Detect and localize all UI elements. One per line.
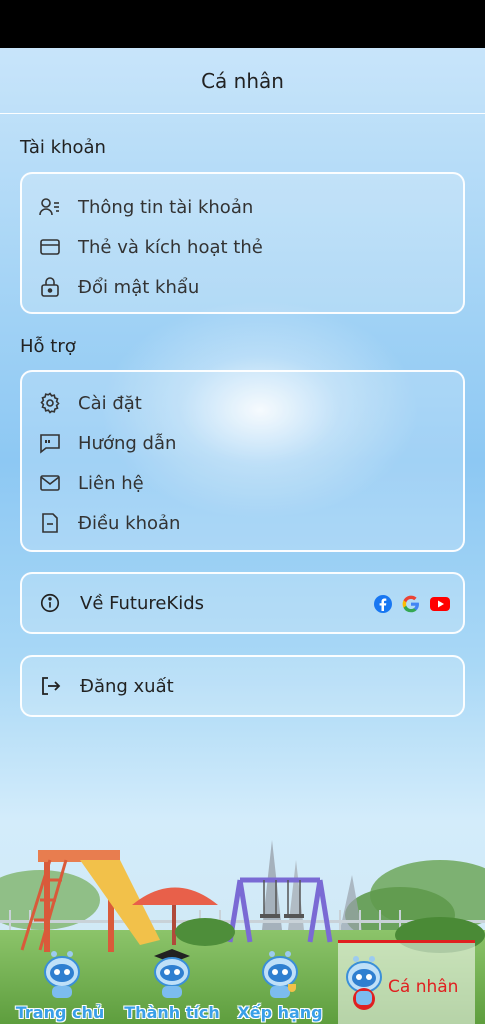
nav-home[interactable]: Trang chủ [4, 940, 116, 1024]
logout-card[interactable]: Đăng xuất [20, 655, 465, 717]
social-links [373, 594, 451, 618]
nav-achievements-label: Thành tích [124, 1003, 220, 1022]
nav-achievements[interactable]: Thành tích [118, 940, 226, 1024]
user-info-icon [38, 195, 62, 219]
account-card: Thông tin tài khoản Thẻ và kích hoạt thẻ… [20, 172, 465, 314]
settings-label: Cài đặt [78, 392, 142, 414]
robot-profile-icon [346, 956, 382, 1010]
card-icon [38, 235, 62, 259]
lock-icon [38, 275, 62, 299]
page-title: Cá nhân [201, 68, 284, 93]
settings-item[interactable]: Cài đặt [38, 387, 447, 419]
contact-label: Liên hệ [78, 472, 144, 494]
card-activation-label: Thẻ và kích hoạt thẻ [78, 236, 263, 258]
logout-item[interactable]: Đăng xuất [38, 670, 447, 702]
about-card[interactable]: Về FutureKids [20, 572, 465, 634]
guide-label: Hướng dẫn [78, 432, 177, 454]
change-password-label: Đổi mật khẩu [78, 276, 200, 298]
google-icon[interactable] [401, 594, 421, 618]
mail-icon [38, 471, 62, 495]
facebook-icon[interactable] [373, 594, 393, 618]
gear-icon [38, 391, 62, 415]
nav-profile-label: Cá nhân [388, 977, 459, 997]
document-icon [38, 511, 62, 535]
card-activation-item[interactable]: Thẻ và kích hoạt thẻ [38, 231, 447, 263]
robot-trophy-icon [262, 951, 298, 998]
status-bar [0, 0, 485, 48]
about-item[interactable]: Về FutureKids [38, 587, 343, 619]
support-section-title: Hỗ trợ [20, 336, 76, 357]
nav-home-label: Trang chủ [15, 1003, 105, 1022]
youtube-icon[interactable] [429, 595, 451, 617]
logout-label: Đăng xuất [80, 675, 174, 697]
contact-item[interactable]: Liên hệ [38, 467, 447, 499]
terms-item[interactable]: Điều khoản [38, 507, 447, 539]
terms-label: Điều khoản [78, 512, 181, 534]
bottom-nav: Trang chủ Thành tích Xếp hạng Cá nhân [0, 940, 485, 1024]
header: Cá nhân [0, 48, 485, 114]
account-info-label: Thông tin tài khoản [78, 196, 254, 218]
robot-home-icon [44, 951, 80, 998]
guide-item[interactable]: Hướng dẫn [38, 427, 447, 459]
change-password-item[interactable]: Đổi mật khẩu [38, 271, 447, 303]
account-section-title: Tài khoản [20, 137, 106, 158]
quote-chat-icon [38, 431, 62, 455]
about-label: Về FutureKids [80, 592, 205, 614]
nav-profile[interactable]: Cá nhân [338, 940, 475, 1024]
nav-ranking[interactable]: Xếp hạng [228, 940, 332, 1024]
support-card: Cài đặt Hướng dẫn Liên hệ Điều khoản [20, 370, 465, 552]
logout-icon [38, 674, 62, 698]
robot-graduate-icon [154, 949, 190, 998]
nav-ranking-label: Xếp hạng [237, 1003, 323, 1022]
info-icon [38, 591, 62, 615]
account-info-item[interactable]: Thông tin tài khoản [38, 191, 447, 223]
